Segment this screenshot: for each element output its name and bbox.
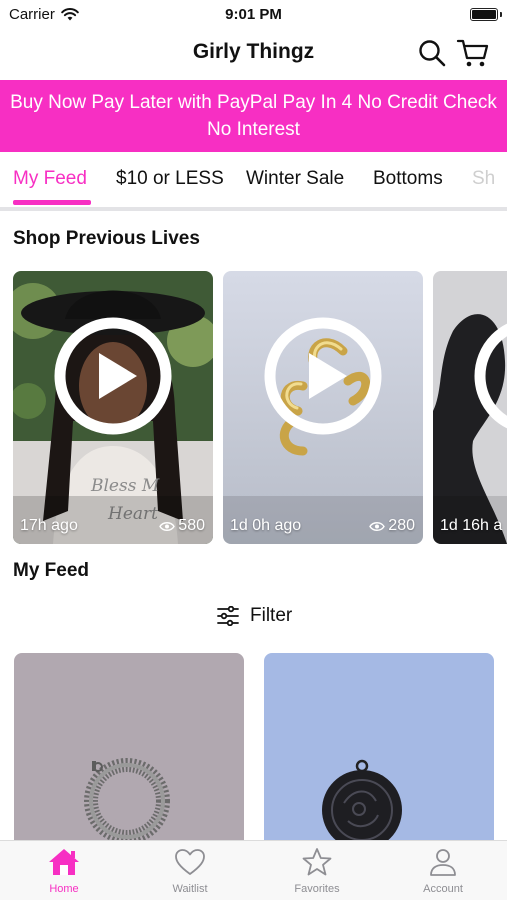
tab-winter-sale[interactable]: Winter Sale — [246, 168, 344, 190]
tab-10-or-less[interactable]: $10 or LESS — [116, 168, 224, 190]
promo-banner[interactable]: Buy Now Pay Later with PayPal Pay In 4 N… — [0, 80, 507, 152]
category-tabs: My Feed $10 or LESS Winter Sale Bottoms … — [0, 152, 507, 212]
eye-icon — [369, 521, 386, 531]
tab-account-label: Account — [423, 883, 463, 895]
product-card[interactable] — [14, 653, 244, 853]
eye-icon — [159, 521, 176, 531]
app-header: Girly Thingz — [0, 30, 507, 78]
tab-favorites-label: Favorites — [294, 883, 340, 895]
tab-favorites[interactable]: Favorites — [267, 847, 367, 895]
sliders-icon — [217, 606, 239, 626]
filter-label: Filter — [250, 605, 293, 626]
svg-text:Bless M: Bless M — [90, 476, 160, 496]
product-card[interactable] — [264, 653, 494, 853]
live-meta: 1d 16h a — [440, 517, 507, 535]
status-bar: Carrier 9:01 PM — [0, 0, 507, 30]
tabs-divider — [0, 207, 507, 211]
person-icon — [430, 849, 456, 876]
my-feed-heading: My Feed — [13, 560, 90, 581]
product-image — [264, 653, 494, 853]
live-meta: 1d 0h ago 280 — [230, 517, 415, 535]
filter-button[interactable]: Filter — [216, 605, 292, 627]
live-views: 280 — [369, 517, 415, 535]
live-time: 1d 16h a — [440, 517, 503, 534]
previous-lives-carousel: Bless M Heart 17h ago 580 — [0, 271, 507, 545]
live-meta: 17h ago 580 — [20, 517, 205, 535]
previous-lives-heading: Shop Previous Lives — [13, 228, 200, 249]
live-card[interactable]: 1d 16h a — [433, 271, 507, 544]
battery-icon — [470, 8, 498, 21]
cart-icon[interactable] — [456, 37, 490, 69]
tab-bottoms[interactable]: Bottoms — [373, 168, 443, 190]
promo-line-1: Buy Now Pay Later with PayPal Pay In 4 N… — [10, 92, 497, 113]
tab-my-feed[interactable]: My Feed — [13, 168, 87, 190]
live-time: 17h ago — [20, 517, 78, 534]
bottom-tab-bar: Home Waitlist Favorites Account — [0, 840, 507, 900]
product-image — [14, 653, 244, 853]
live-view-count: 580 — [178, 517, 205, 534]
tab-home[interactable]: Home — [14, 847, 114, 895]
live-time: 1d 0h ago — [230, 517, 302, 534]
tab-account[interactable]: Account — [393, 847, 493, 895]
live-views: 580 — [159, 517, 205, 535]
promo-line-2: No Interest — [207, 119, 300, 140]
play-icon[interactable] — [53, 316, 173, 436]
status-time: 9:01 PM — [225, 6, 282, 23]
tab-waitlist[interactable]: Waitlist — [140, 847, 240, 895]
play-icon[interactable] — [263, 316, 383, 436]
star-icon — [302, 848, 332, 876]
active-tab-indicator — [13, 200, 91, 205]
live-view-count: 280 — [388, 517, 415, 534]
live-card[interactable]: Bless M Heart 17h ago 580 — [13, 271, 213, 544]
play-icon[interactable] — [473, 316, 507, 436]
tab-home-label: Home — [49, 883, 79, 895]
heart-icon — [175, 849, 205, 875]
live-card[interactable]: 1d 0h ago 280 — [223, 271, 423, 544]
tab-overflow[interactable]: Sh — [472, 168, 495, 190]
search-icon[interactable] — [417, 38, 447, 68]
home-icon — [49, 849, 79, 875]
tab-waitlist-label: Waitlist — [172, 883, 208, 895]
